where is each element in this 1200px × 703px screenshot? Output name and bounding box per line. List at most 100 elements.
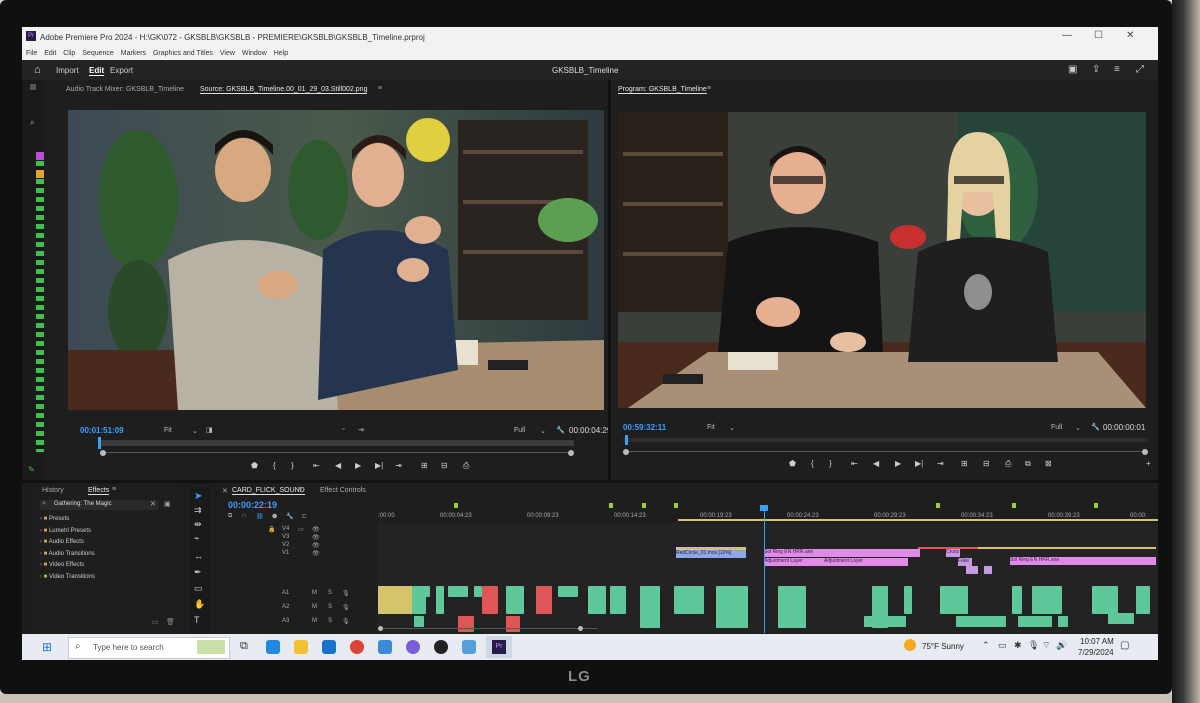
adjustment-layer-clip[interactable]: Adjustment Layer bbox=[824, 558, 908, 566]
voiceover-mic-icon[interactable]: 🎙 bbox=[342, 618, 350, 625]
audio-clip[interactable] bbox=[378, 586, 412, 614]
track-label-v3[interactable]: V3 bbox=[282, 534, 289, 540]
go-to-in-icon[interactable]: ⇤ bbox=[313, 461, 320, 470]
timeline-settings-icon[interactable]: 🔧 bbox=[286, 513, 293, 520]
audio-clip[interactable] bbox=[904, 586, 912, 614]
workspace-import[interactable]: Import bbox=[56, 66, 79, 75]
clear-search-icon[interactable]: ✕ bbox=[150, 500, 156, 508]
close-tab-icon[interactable]: ✕ bbox=[222, 487, 228, 495]
ripple-edit-icon[interactable]: ⇹ bbox=[194, 519, 202, 530]
program-scrubber[interactable] bbox=[623, 435, 1148, 445]
timeline-playhead[interactable] bbox=[764, 507, 765, 633]
timeline-menu-icon[interactable]: ≡ bbox=[298, 486, 302, 493]
edge-icon[interactable] bbox=[266, 640, 280, 654]
solo-icon[interactable]: S bbox=[328, 618, 332, 624]
audio-clip[interactable] bbox=[436, 586, 444, 614]
snap-icon[interactable]: ∩ bbox=[242, 513, 246, 519]
go-to-in-icon[interactable]: ⇤ bbox=[851, 459, 858, 468]
audio-clip[interactable] bbox=[420, 586, 430, 597]
tab-program[interactable]: Program: GKSBLB_Timeline bbox=[618, 86, 707, 94]
fullscreen-icon[interactable]: ⤢ bbox=[1136, 64, 1144, 75]
eye-icon[interactable]: 👁 bbox=[312, 550, 320, 557]
menu-edit[interactable]: Edit bbox=[44, 50, 56, 57]
mark-out-icon[interactable]: } bbox=[829, 459, 832, 468]
audio-clip[interactable] bbox=[716, 586, 748, 628]
chevron-down-icon[interactable]: ⌄ bbox=[729, 424, 735, 432]
export-frame-icon[interactable]: ⎙ bbox=[1005, 459, 1011, 469]
timeline-zoom-bar[interactable] bbox=[378, 626, 598, 633]
track-label-v2[interactable]: V2 bbox=[282, 542, 289, 548]
hand-icon[interactable]: ✋ bbox=[194, 599, 205, 610]
menu-clip[interactable]: Clip bbox=[63, 50, 75, 57]
zoom-handle-right[interactable] bbox=[578, 626, 583, 631]
step-back-icon[interactable]: ◀ bbox=[873, 459, 879, 468]
pen-icon[interactable]: ✒ bbox=[194, 567, 202, 578]
share-icon[interactable]: ⇪ bbox=[1092, 64, 1100, 75]
workspaces-icon[interactable]: ▣ bbox=[1068, 64, 1077, 75]
effects-menu-icon[interactable]: ≡ bbox=[112, 486, 116, 493]
add-marker-icon[interactable]: ⬟ bbox=[251, 461, 258, 470]
zoom-handle-left[interactable] bbox=[378, 626, 383, 631]
slip-icon[interactable]: ↔ bbox=[194, 551, 203, 561]
razor-icon[interactable]: ⌁ bbox=[194, 533, 199, 544]
adjustment-layer-clip[interactable]: Adjustment Layer bbox=[764, 558, 824, 566]
tab-effects[interactable]: Effects bbox=[88, 487, 110, 495]
pencil-icon[interactable]: ✎ bbox=[28, 465, 35, 474]
tab-source[interactable]: Source: GKSBLB_Timeline.00_01_29_03.Stil… bbox=[200, 86, 368, 94]
app-icon[interactable] bbox=[462, 640, 476, 654]
step-forward-icon[interactable]: ▶| bbox=[375, 461, 383, 470]
lock-icon[interactable]: 🔒 bbox=[268, 526, 275, 533]
tray-chevron-icon[interactable]: ⌃ bbox=[982, 640, 990, 651]
program-playhead[interactable] bbox=[625, 435, 628, 445]
track-label-a1[interactable]: A1 bbox=[282, 590, 289, 596]
source-resolution-select[interactable]: Full bbox=[514, 427, 525, 434]
network-icon[interactable]: ▭ bbox=[998, 640, 1007, 651]
safe-margins-icon[interactable]: ▫ bbox=[342, 426, 344, 433]
premiere-taskbar-button[interactable]: Pr bbox=[486, 636, 512, 658]
audio-clip[interactable] bbox=[506, 586, 524, 614]
menu-graphics[interactable]: Graphics and Titles bbox=[153, 50, 213, 57]
audio-clip[interactable] bbox=[1092, 586, 1118, 614]
timeline-marker[interactable] bbox=[674, 503, 678, 508]
taskbar-search-box[interactable]: ⌕ Type here to search bbox=[68, 637, 230, 659]
insert-clip-icon[interactable]: ⊞ bbox=[421, 461, 428, 470]
timeline-playhead-handle[interactable] bbox=[760, 505, 768, 511]
voiceover-mic-icon[interactable]: 🎙 bbox=[342, 604, 350, 611]
track-label-a3[interactable]: A3 bbox=[282, 618, 289, 624]
source-playhead[interactable] bbox=[98, 437, 101, 449]
video-clip[interactable]: Sol Ring EN HRR.ane bbox=[764, 549, 920, 557]
audio-clip[interactable] bbox=[1032, 586, 1062, 614]
play-icon[interactable]: ▶ bbox=[355, 461, 361, 470]
audio-clip-muted[interactable] bbox=[536, 586, 552, 614]
go-to-out-icon[interactable]: ⇥ bbox=[937, 459, 944, 468]
track-select-icon[interactable]: ⇉ bbox=[194, 505, 202, 516]
video-clip[interactable]: Cross bbox=[946, 549, 960, 557]
wrench-icon[interactable]: 🔧 bbox=[556, 426, 565, 434]
menu-markers[interactable]: Markers bbox=[121, 50, 146, 57]
mail-icon[interactable] bbox=[322, 640, 336, 654]
insert-overwrite-icon[interactable]: ⧉ bbox=[228, 513, 232, 520]
play-icon[interactable]: ▶ bbox=[895, 459, 901, 468]
timeline-marker[interactable] bbox=[1012, 503, 1016, 508]
chrome-icon[interactable] bbox=[350, 640, 364, 654]
go-to-out-icon[interactable]: ⇥ bbox=[395, 461, 402, 470]
source-zoom-select[interactable]: Fit bbox=[164, 427, 172, 434]
audio-clip[interactable] bbox=[864, 616, 878, 627]
audio-clip[interactable] bbox=[1018, 616, 1052, 627]
chevron-down-icon[interactable]: ⌄ bbox=[192, 427, 198, 435]
add-marker-icon[interactable]: ⬟ bbox=[272, 513, 277, 520]
source-current-time[interactable]: 00:01:51:09 bbox=[80, 426, 124, 435]
bluetooth-icon[interactable]: ✱ bbox=[1014, 640, 1022, 651]
media-player-icon[interactable] bbox=[434, 640, 448, 654]
program-resolution-select[interactable]: Full bbox=[1051, 424, 1062, 431]
notifications-icon[interactable]: ▢ bbox=[1120, 640, 1129, 651]
close-icon[interactable]: ✕ bbox=[1126, 30, 1134, 41]
comparison-view-icon[interactable]: ⧉ bbox=[1025, 459, 1031, 469]
maximize-icon[interactable]: ☐ bbox=[1094, 30, 1103, 41]
solo-icon[interactable]: S bbox=[328, 604, 332, 610]
timeline-marker[interactable] bbox=[936, 503, 940, 508]
menu-window[interactable]: Window bbox=[242, 50, 267, 57]
effects-item-video-effects[interactable]: › ■ Video Effects bbox=[40, 562, 170, 574]
add-marker-icon[interactable]: ⬟ bbox=[789, 459, 796, 468]
audio-clip[interactable] bbox=[640, 586, 660, 628]
